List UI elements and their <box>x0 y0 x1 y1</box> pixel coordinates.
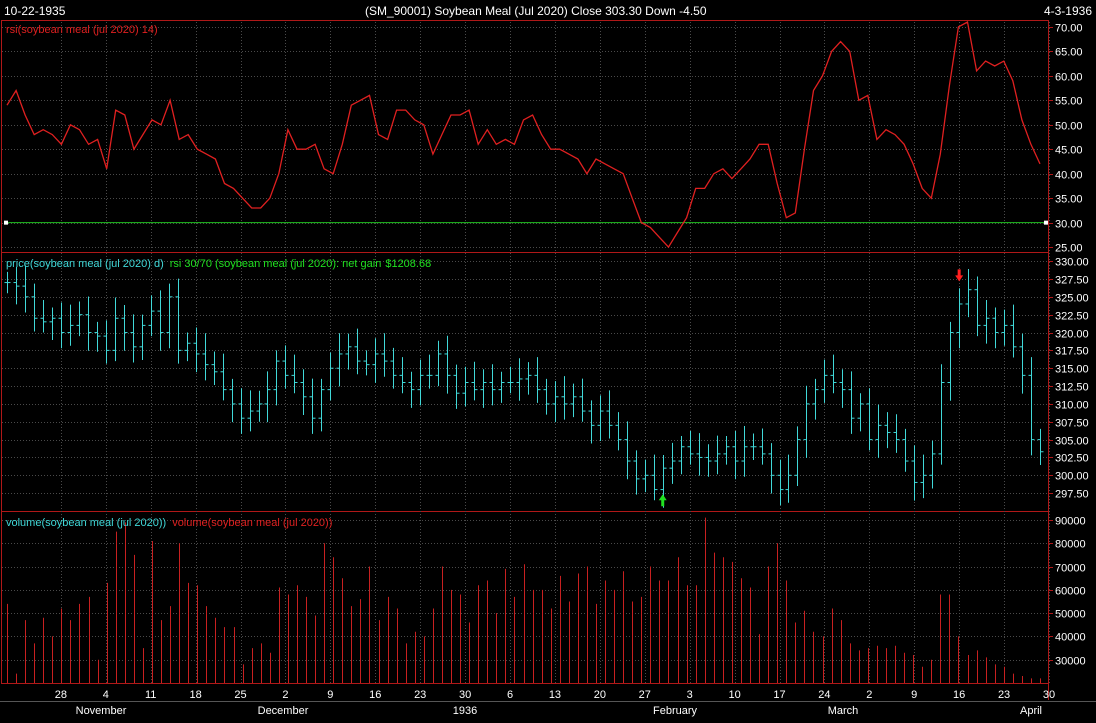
volume-y-tick-label: 30000 <box>1055 656 1086 668</box>
x-day-label: 10 <box>728 689 740 701</box>
x-day-label: 2 <box>866 689 872 701</box>
x-day-label: 6 <box>507 689 513 701</box>
price-panel-label: price(soybean meal (jul 2020) d) rsi 30/7… <box>6 258 431 270</box>
x-day-label: 30 <box>459 689 471 701</box>
x-day-label: 16 <box>369 689 381 701</box>
x-month-label: February <box>653 705 698 717</box>
price-y-tick-label: 302.50 <box>1055 453 1089 465</box>
rsi-y-tick-label: 30.00 <box>1055 219 1083 231</box>
threshold-handle-left <box>4 220 8 225</box>
price-y-tick-label: 317.50 <box>1055 346 1089 358</box>
x-day-label: 27 <box>639 689 651 701</box>
x-month-label: 1936 <box>453 705 477 717</box>
rsi-y-tick-label: 60.00 <box>1055 72 1083 84</box>
threshold-handle-right <box>1044 220 1048 225</box>
x-day-label: 13 <box>549 689 561 701</box>
rsi-y-tick-label: 70.00 <box>1055 23 1083 35</box>
x-day-label: 23 <box>414 689 426 701</box>
chart-background <box>0 0 1096 723</box>
x-day-label: 17 <box>773 689 785 701</box>
rsi-y-tick-label: 55.00 <box>1055 96 1083 108</box>
price-y-tick-label: 300.00 <box>1055 471 1089 483</box>
x-month-label: November <box>76 705 127 717</box>
price-y-tick-label: 307.50 <box>1055 418 1089 430</box>
chart-canvas: 10-22-1935 (SM_90001) Soybean Meal (Jul … <box>0 0 1096 723</box>
rsi-y-tick-label: 50.00 <box>1055 121 1083 133</box>
price-y-tick-label: 322.50 <box>1055 311 1089 323</box>
x-day-label: 28 <box>55 689 67 701</box>
volume-y-tick-label: 50000 <box>1055 609 1086 621</box>
volume-y-tick-label: 80000 <box>1055 539 1086 551</box>
volume-label-red: volume(soybean meal (jul 2020)) <box>172 517 332 529</box>
price-y-tick-label: 327.50 <box>1055 275 1089 287</box>
chart-title: (SM_90001) Soybean Meal (Jul 2020) Close… <box>365 4 707 18</box>
x-day-label: 3 <box>687 689 693 701</box>
x-day-label: 18 <box>190 689 202 701</box>
rsi-y-tick-label: 25.00 <box>1055 243 1083 255</box>
price-y-tick-label: 312.50 <box>1055 382 1089 394</box>
rsi-y-tick-label: 40.00 <box>1055 170 1083 182</box>
x-month-label: December <box>258 705 309 717</box>
x-day-label: 9 <box>327 689 333 701</box>
price-y-tick-label: 325.00 <box>1055 293 1089 305</box>
price-label: price(soybean meal (jul 2020) d) <box>6 258 164 270</box>
x-day-label: 9 <box>911 689 917 701</box>
price-y-tick-label: 320.00 <box>1055 329 1089 341</box>
price-y-tick-label: 330.00 <box>1055 257 1089 269</box>
x-month-label: April <box>1020 705 1042 717</box>
rsi-y-tick-label: 65.00 <box>1055 47 1083 59</box>
volume-y-tick-label: 40000 <box>1055 632 1086 644</box>
x-day-label: 25 <box>234 689 246 701</box>
volume-y-tick-label: 60000 <box>1055 586 1086 598</box>
x-day-label: 4 <box>103 689 109 701</box>
rsi-y-tick-label: 35.00 <box>1055 194 1083 206</box>
price-y-tick-label: 305.00 <box>1055 436 1089 448</box>
rsi-y-tick-label: 45.00 <box>1055 145 1083 157</box>
x-day-label: 11 <box>145 689 156 701</box>
net-gain-value: $1208.68 <box>385 258 431 270</box>
start-date: 10-22-1935 <box>4 4 66 18</box>
x-day-label: 23 <box>998 689 1010 701</box>
x-day-label: 24 <box>818 689 830 701</box>
volume-label-cyan: volume(soybean meal (jul 2020)) <box>6 517 166 529</box>
system-label: rsi 30/70 (soybean meal (jul 2020): net … <box>170 258 382 270</box>
volume-y-tick-label: 90000 <box>1055 516 1086 528</box>
x-day-label: 16 <box>953 689 965 701</box>
x-day-label: 30 <box>1043 689 1055 701</box>
price-y-tick-label: 315.00 <box>1055 364 1089 376</box>
end-date: 4-3-1936 <box>1044 4 1092 18</box>
price-y-tick-label: 310.00 <box>1055 400 1089 412</box>
price-y-tick-label: 297.50 <box>1055 489 1089 501</box>
volume-y-tick-label: 70000 <box>1055 563 1086 575</box>
rsi-panel-label: rsi(soybean meal (jul 2020) 14) <box>6 24 158 36</box>
x-month-label: March <box>828 705 859 717</box>
x-day-label: 2 <box>282 689 288 701</box>
x-day-label: 20 <box>594 689 606 701</box>
